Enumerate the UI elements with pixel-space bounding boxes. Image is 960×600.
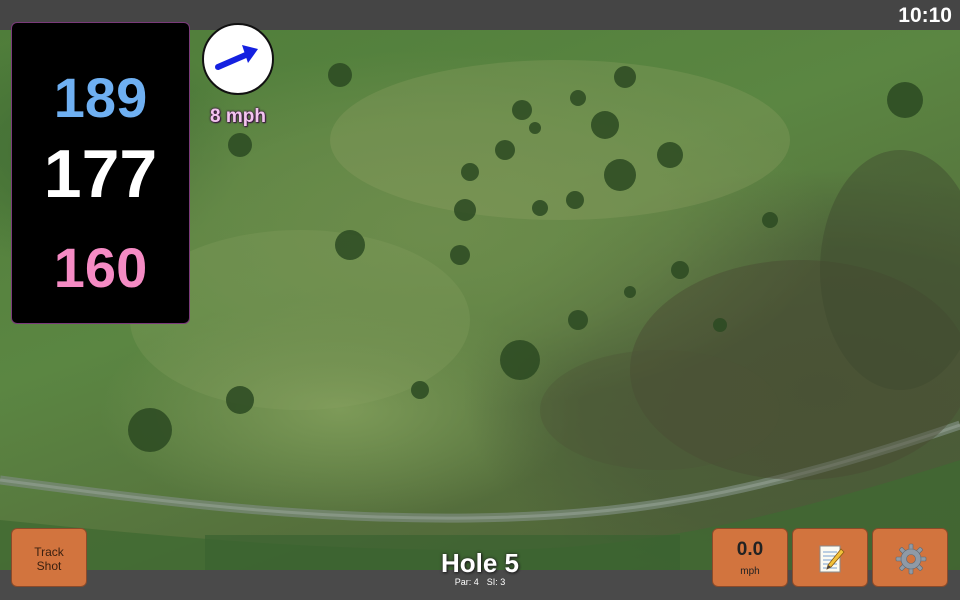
track-shot-label-line2: Shot (36, 559, 62, 573)
gear-icon (895, 543, 927, 575)
notes-button[interactable] (792, 528, 868, 587)
wind-indicator[interactable] (202, 23, 274, 95)
speed-value: 0.0 (736, 539, 764, 560)
distance-middle: 177 (43, 136, 158, 212)
hole-par: Par: 4 (454, 577, 479, 587)
hole-title: Hole 5 (440, 548, 520, 578)
wind-speed: 8 mph (210, 106, 266, 127)
speed-button[interactable]: 0.0 mph (712, 528, 788, 587)
hole-stroke-index: SI: 3 (486, 577, 506, 587)
track-shot-label-line1: Track (34, 545, 64, 559)
arrow-icon (215, 45, 258, 70)
settings-button[interactable] (872, 528, 948, 587)
notepad-icon (819, 545, 845, 573)
speed-unit: mph (740, 566, 760, 577)
distance-panel: 189 177 160 (11, 22, 190, 324)
distance-back: 189 (53, 66, 148, 129)
track-shot-button[interactable]: Track Shot (11, 528, 87, 587)
distance-front: 160 (53, 236, 148, 299)
clock: 10:10 (898, 4, 952, 27)
hole-details: Par: 4 SI: 3 (380, 577, 580, 587)
